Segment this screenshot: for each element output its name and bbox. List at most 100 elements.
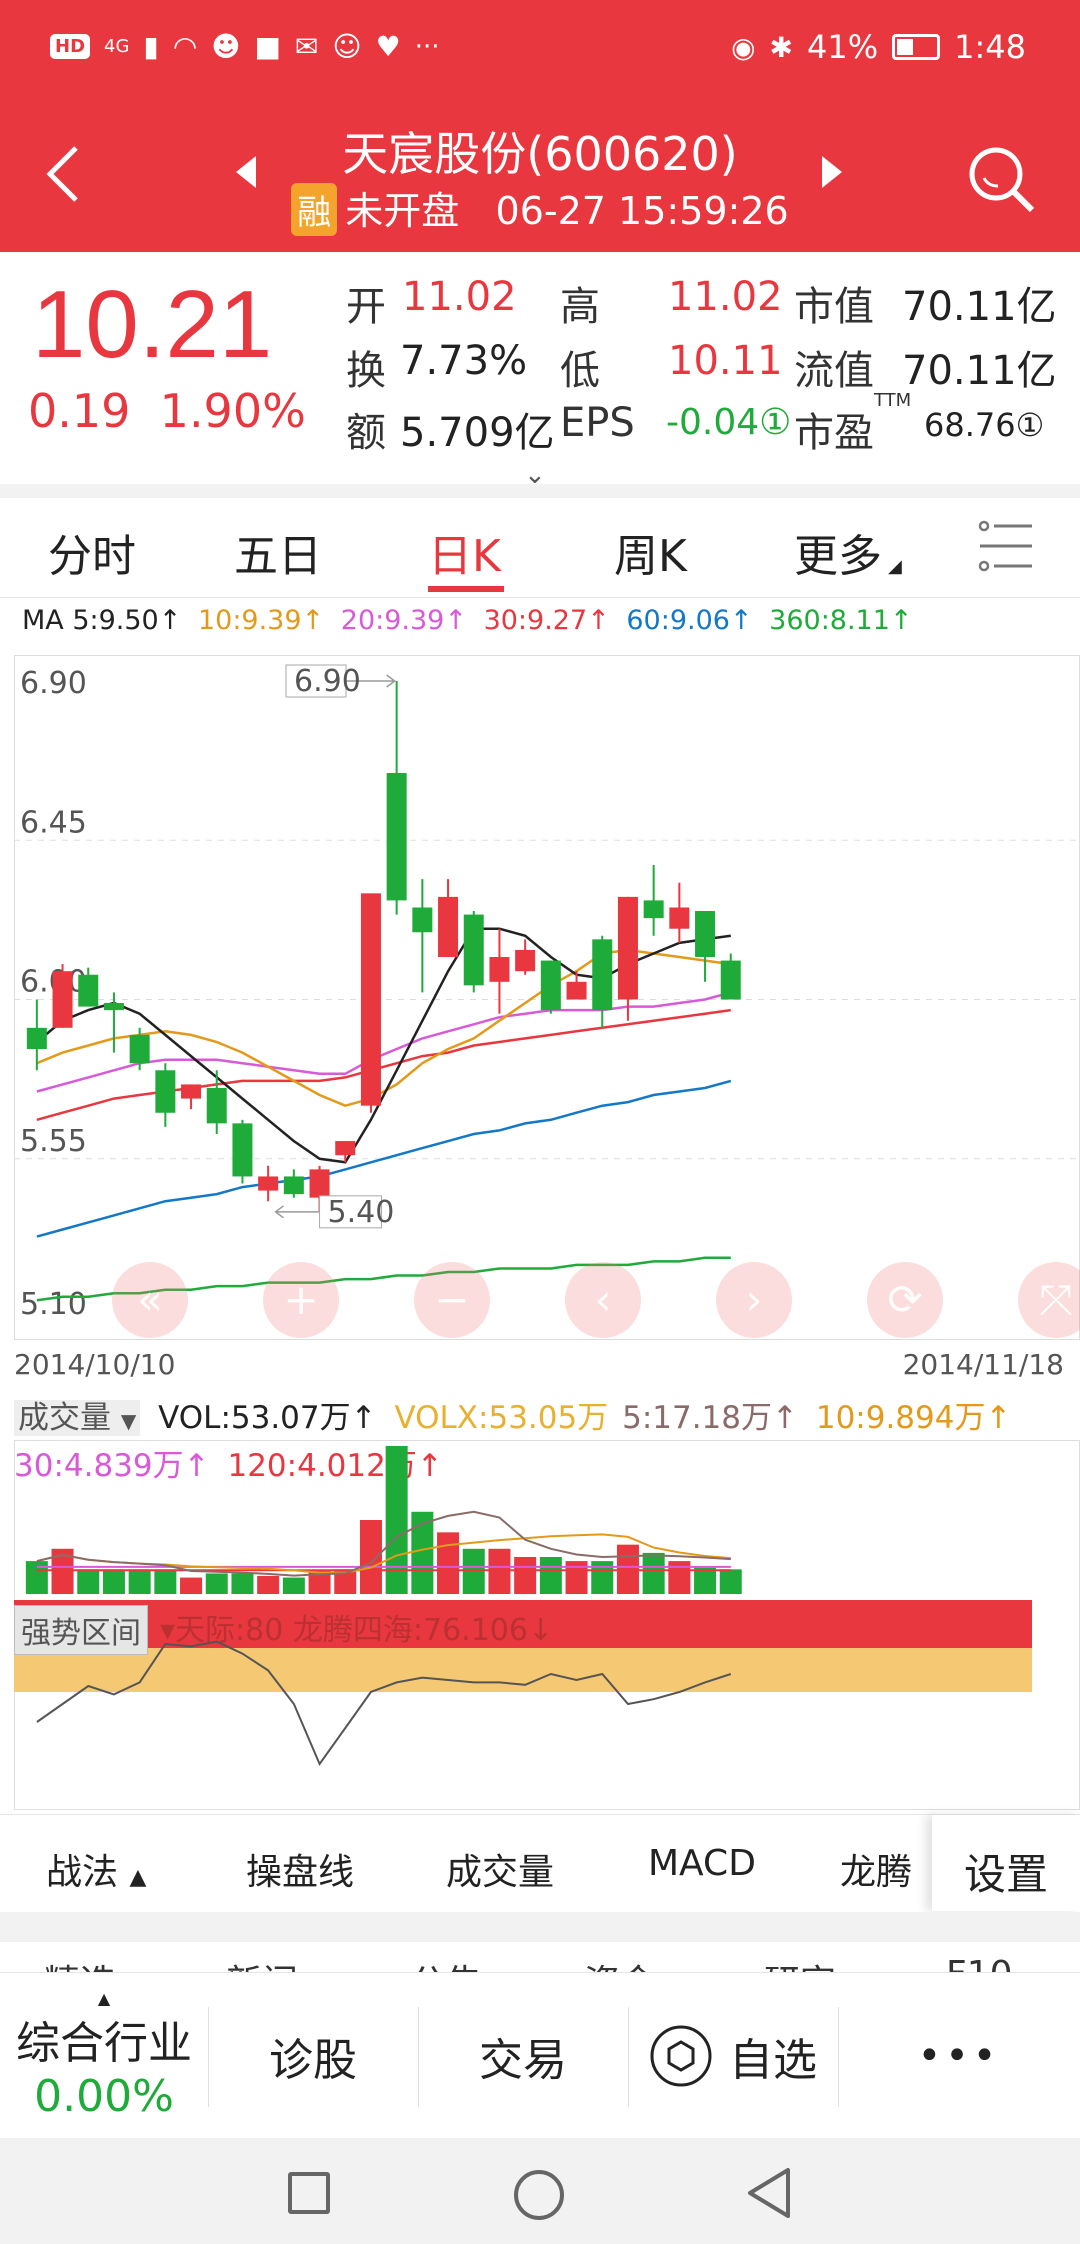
volume-bar [694, 1567, 717, 1594]
wechat-icon: ☺ [332, 30, 362, 63]
pan-right-icon-glyph: › [746, 1275, 763, 1324]
search-icon[interactable] [966, 144, 1036, 214]
volume-bar [385, 1446, 408, 1594]
tab-announcements[interactable]: 公告 [410, 1954, 482, 1972]
candle-body [566, 981, 587, 1000]
tab-zhanfa-label: 战法 [46, 1852, 119, 1893]
candle-body [643, 900, 664, 919]
bottom-action-bar: ▲ 综合行业 0.00% 诊股 交易 自选 ••• [0, 1972, 1080, 2138]
candle-body [78, 974, 99, 1007]
volume-bar [180, 1577, 203, 1594]
date-end: 2014/11/18 [902, 1348, 1064, 1381]
tab-weekly-k[interactable]: 周K [614, 520, 687, 584]
diagnose-button[interactable]: 诊股 [208, 1973, 418, 2139]
tab-longteng[interactable]: 龙腾 [840, 1843, 912, 1895]
trade-button[interactable]: 交易 [418, 1973, 628, 2139]
chart-tabs: 分时 五日 日K 周K 更多 ◢ [0, 498, 1080, 598]
candle-body [258, 1176, 279, 1191]
candle-body [309, 1169, 330, 1198]
volume-bar [642, 1552, 665, 1594]
back-triangle-icon[interactable] [746, 2166, 792, 2220]
turnover-label: 换 [346, 348, 386, 394]
candle-body [103, 1003, 124, 1011]
volume-bar [437, 1532, 460, 1594]
open-label: 开 [346, 284, 386, 330]
recents-icon[interactable] [288, 2172, 330, 2214]
volume-bar [282, 1577, 305, 1594]
candle-body [515, 949, 536, 972]
tab-jingxuan[interactable]: 精选 [44, 1954, 116, 1972]
tab-news[interactable]: 新闻 [226, 1954, 298, 1972]
candle-body [592, 939, 613, 1011]
vol10-value: 10:9.894万↑ [815, 1400, 1012, 1436]
section-divider [0, 484, 1080, 498]
ma60-label: 60:9.06↑ [626, 605, 753, 636]
info-tabs-strip [0, 1942, 1080, 1972]
zoom-out-icon-glyph: − [434, 1275, 469, 1324]
tab-funds[interactable]: 资金 [584, 1954, 656, 1972]
tab-macd[interactable]: MACD [648, 1843, 756, 1884]
industry-change: 0.00% [34, 2070, 174, 2122]
volume-bar [154, 1569, 177, 1594]
tab-research[interactable]: 研究 [764, 1954, 836, 1972]
change-percent: 1.90% [159, 384, 306, 438]
tab-zhanfa[interactable]: 战法 ▲ [46, 1843, 146, 1895]
rotate-icon-glyph: ⟳ [887, 1275, 922, 1324]
volume-bar [462, 1548, 485, 1594]
candle-body [617, 896, 638, 1000]
indicator-tabs: 战法 ▲ 操盘线 成交量 MACD 龙腾 设置 [0, 1814, 1080, 1912]
tab-intraday[interactable]: 分时 [48, 520, 136, 584]
more-button[interactable]: ••• [838, 1973, 1080, 2139]
pe-value[interactable]: 68.76① [924, 406, 1044, 444]
industry-button[interactable]: ▲ 综合行业 0.00% [0, 1973, 208, 2139]
market-cap-label: 市值 [794, 284, 874, 330]
tab-caopanxian[interactable]: 操盘线 [246, 1843, 354, 1895]
tab-five-day[interactable]: 五日 [234, 520, 322, 584]
market-cap-value: 70.11亿 [902, 284, 1057, 330]
volume-indicator-label: 成交量 [18, 1400, 111, 1436]
battery-icon [892, 34, 941, 60]
y-axis-label: 6.90 [20, 666, 87, 701]
home-icon[interactable] [514, 2170, 564, 2220]
watchlist-label: 自选 [729, 2035, 817, 2086]
tab-daily-k[interactable]: 日K [428, 520, 501, 584]
low-marker-label: 5.40 [328, 1195, 395, 1230]
eps-value[interactable]: -0.04① [666, 402, 791, 443]
candle-body [155, 1070, 176, 1113]
y-axis-label: 5.10 [20, 1287, 87, 1322]
candle-body [26, 1027, 47, 1050]
tab-f10[interactable]: F10 [946, 1954, 1013, 1972]
kline-chart[interactable]: 6.906.456.005.555.106.905.40«+−‹›⟳⤧ [14, 655, 1080, 1340]
wifi-icon: ◠ [172, 30, 198, 63]
volume-indicator-select[interactable]: 成交量 ▼ [14, 1400, 141, 1436]
amount-label: 额 [346, 410, 386, 456]
watchlist-button[interactable]: 自选 [628, 1973, 838, 2139]
ma360-label: 360:8.11↑ [769, 605, 913, 636]
ma30-label: 30:9.27↑ [483, 605, 610, 636]
dropdown-caret-icon: ▼ [120, 1409, 137, 1433]
signal-icon: ▮ [143, 30, 159, 63]
info-tabs-row: 精选 新闻 公告 资金 研究 F10 [0, 1912, 1080, 1972]
candle-body [232, 1123, 253, 1177]
settings-button[interactable]: 设置 [932, 1815, 1080, 1911]
zoom-out-fast-icon-glyph: « [137, 1275, 163, 1324]
candle-body [283, 1176, 304, 1195]
candle-body [206, 1087, 227, 1124]
next-stock-icon[interactable] [822, 156, 842, 188]
strength-zone-label[interactable]: 强势区间 [14, 1605, 148, 1655]
volume-bar [539, 1557, 562, 1594]
zoom-in-icon-glyph: + [283, 1275, 318, 1324]
y-axis-label: 6.45 [20, 805, 87, 840]
volume-bar [205, 1573, 228, 1594]
candle-body [695, 911, 716, 958]
volx-value: VOLX:53.05万 [394, 1400, 609, 1436]
list-menu-icon[interactable] [978, 518, 1034, 574]
volume-bar [102, 1569, 125, 1594]
tab-more[interactable]: 更多 [794, 520, 882, 584]
tab-volume[interactable]: 成交量 [446, 1843, 554, 1895]
system-nav-bar [0, 2138, 1080, 2244]
stock-title: 天宸股份(600620) [342, 127, 738, 181]
quote-panel: 10.21 0.19 1.90% 开 11.02 高 11.02 市值 70.1… [0, 252, 1080, 490]
low-label: 低 [560, 348, 600, 394]
candle-body [360, 893, 381, 1106]
